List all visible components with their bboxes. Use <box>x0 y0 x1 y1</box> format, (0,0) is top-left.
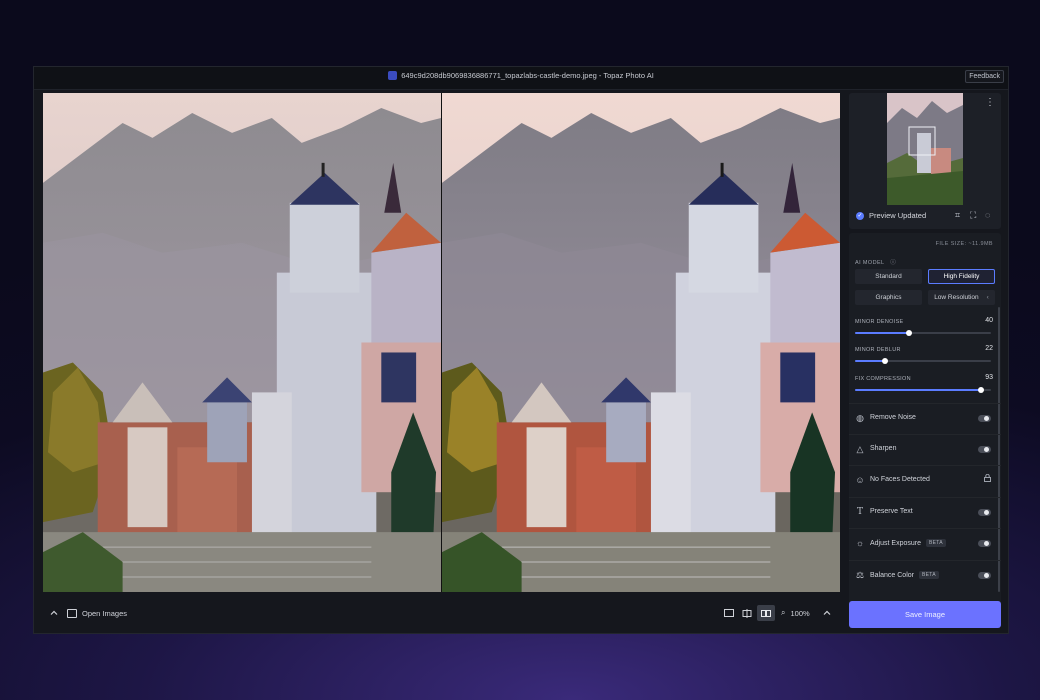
preview-status: ✓ Preview Updated <box>856 211 926 220</box>
settings-circle-icon[interactable]: ◌ <box>985 210 990 220</box>
check-icon: ✓ <box>856 211 864 220</box>
single-view-icon[interactable] <box>721 605 737 621</box>
chevron-left-icon: ‹ <box>986 294 989 301</box>
zoom-control[interactable]: ⌕ 100% <box>781 605 810 621</box>
adjust-exposure-toggle[interactable] <box>978 540 991 547</box>
face-icon: ☺ <box>855 475 865 485</box>
settings-panel: FILE SIZE: ~11.9MB AI MODEL ⓘ Standard H… <box>849 233 1001 625</box>
zoom-level: 100% <box>790 608 810 618</box>
model-high-fidelity-button[interactable]: High Fidelity <box>928 269 995 284</box>
compression-label: FIX COMPRESSION <box>855 376 911 382</box>
compression-value: 93 <box>985 374 993 381</box>
model-low-resolution-button[interactable]: Low Resolution ‹ <box>928 290 995 305</box>
lock-icon <box>984 473 991 484</box>
window-title-text: 649c9d208db9069836886771_topazlabs-castl… <box>401 71 654 80</box>
compression-slider-knob[interactable] <box>978 386 985 393</box>
noise-icon: ◍ <box>856 413 864 423</box>
deblur-slider[interactable] <box>855 357 991 364</box>
info-icon[interactable]: ⓘ <box>890 260 896 266</box>
compression-slider-fill <box>855 389 982 391</box>
denoise-slider-fill <box>855 332 910 334</box>
fullscreen-icon[interactable]: ⛶ <box>970 210 976 221</box>
feature-adjust-exposure[interactable]: ☼ Adjust Exposure BETA <box>849 528 1001 558</box>
beta-badge: BETA <box>925 539 946 547</box>
triangle-icon: △ <box>856 444 864 454</box>
feature-sharpen[interactable]: △ Sharpen <box>849 434 1001 464</box>
denoise-slider-knob[interactable] <box>906 329 913 336</box>
deblur-slider-fill <box>855 360 885 362</box>
save-image-button[interactable]: Save Image <box>849 601 1001 628</box>
bottom-toolbar: Open Images ⌕ 100% <box>43 598 840 628</box>
denoise-slider[interactable] <box>855 329 991 336</box>
navigator-thumbnail[interactable] <box>887 93 963 205</box>
compression-slider[interactable] <box>855 386 991 393</box>
feature-balance-color[interactable]: ⚖ Balance Color BETA <box>849 560 1001 590</box>
more-options-icon[interactable]: ⋮ <box>985 97 995 108</box>
image-comparison-viewer[interactable] <box>43 93 840 592</box>
beta-badge: BETA <box>918 571 939 579</box>
side-by-side-view-icon[interactable] <box>757 605 775 621</box>
open-images-button[interactable]: Open Images <box>67 605 127 621</box>
ai-model-label: AI MODEL ⓘ <box>855 260 897 266</box>
split-view-icon[interactable] <box>739 605 755 621</box>
zoom-icon: ⌕ <box>781 608 786 617</box>
app-logo-icon <box>388 70 398 80</box>
denoise-value: 40 <box>985 317 993 324</box>
preview-status-text: Preview Updated <box>869 211 927 220</box>
file-size: FILE SIZE: ~11.9MB <box>935 241 993 247</box>
enhanced-image-pane <box>442 93 840 592</box>
collapse-chevron-up-icon[interactable] <box>46 605 62 621</box>
open-images-label: Open Images <box>82 608 128 618</box>
right-sidebar: ⋮ ✓ Preview Updated ⌗ ⛶ ◌ FILE SIZE: ~11… <box>849 93 1001 625</box>
image-icon <box>67 608 77 618</box>
balance-color-toggle[interactable] <box>978 572 991 579</box>
enhanced-castle-image <box>442 93 840 592</box>
feature-remove-noise[interactable]: ◍ Remove Noise <box>849 403 1001 433</box>
app-window: 649c9d208db9069836886771_topazlabs-castl… <box>33 66 1009 634</box>
feedback-button[interactable]: Feedback <box>965 70 1004 83</box>
crop-icon[interactable]: ⌗ <box>955 210 960 221</box>
window-title: 649c9d208db9069836886771_topazlabs-castl… <box>34 70 1008 81</box>
original-image-pane <box>43 93 441 592</box>
model-graphics-button[interactable]: Graphics <box>855 290 922 305</box>
feature-preserve-text[interactable]: T Preserve Text <box>849 497 1001 527</box>
original-castle-image <box>43 93 441 592</box>
feature-faces: ☺ No Faces Detected <box>849 465 1001 495</box>
title-bar: 649c9d208db9069836886771_topazlabs-castl… <box>34 67 1008 90</box>
navigator-card: ⋮ ✓ Preview Updated ⌗ ⛶ ◌ <box>849 93 1001 229</box>
denoise-label: MINOR DENOISE <box>855 319 904 325</box>
sun-icon: ☼ <box>855 538 865 548</box>
model-standard-button[interactable]: Standard <box>855 269 922 284</box>
zoom-chevron-up-icon[interactable] <box>819 605 835 621</box>
text-icon: T <box>856 507 863 517</box>
deblur-slider-knob[interactable] <box>881 357 888 364</box>
deblur-label: MINOR DEBLUR <box>855 347 901 353</box>
color-icon: ⚖ <box>855 570 865 580</box>
deblur-value: 22 <box>985 345 993 352</box>
preserve-text-toggle[interactable] <box>978 509 991 516</box>
sharpen-toggle[interactable] <box>978 446 991 453</box>
remove-noise-toggle[interactable] <box>978 415 991 422</box>
